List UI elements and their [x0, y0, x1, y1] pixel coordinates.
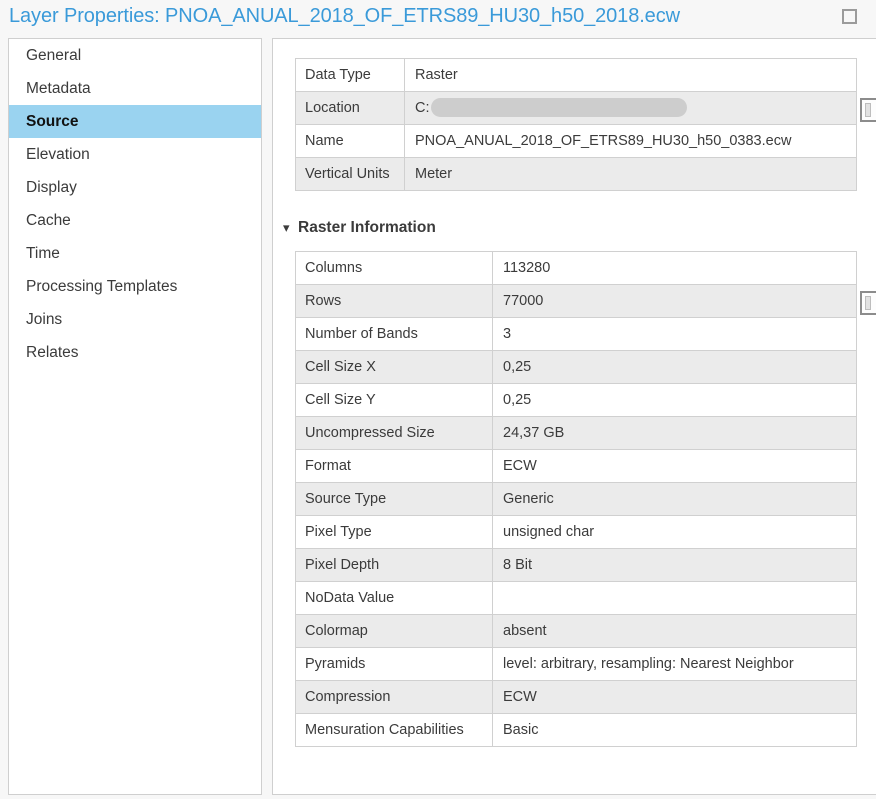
location-prefix: C:	[415, 100, 430, 116]
row-label: Columns	[296, 252, 493, 284]
table-row: Rows 77000	[296, 285, 856, 318]
sidebar-item-metadata[interactable]: Metadata	[9, 72, 261, 105]
row-label: Colormap	[296, 615, 493, 647]
source-properties-panel: Data Type Raster Location C: Name PNOA_A…	[272, 38, 876, 795]
row-label: Cell Size X	[296, 351, 493, 383]
sidebar-item-time[interactable]: Time	[9, 237, 261, 270]
row-label: Data Type	[296, 59, 405, 91]
row-value: Basic	[503, 722, 539, 738]
row-label: Mensuration Capabilities	[296, 714, 493, 746]
row-label: NoData Value	[296, 582, 493, 614]
sidebar-item-processing-templates[interactable]: Processing Templates	[9, 270, 261, 303]
row-label: Uncompressed Size	[296, 417, 493, 449]
row-value: Generic	[503, 491, 554, 507]
table-row: Data Type Raster	[296, 59, 856, 92]
raster-information-header[interactable]: ▾ Raster Information	[283, 219, 436, 237]
chevron-down-icon[interactable]: ▾	[283, 220, 296, 236]
row-value	[493, 582, 856, 614]
row-value: ECW	[503, 689, 537, 705]
row-label: Pyramids	[296, 648, 493, 680]
table-row: Columns 113280	[296, 252, 856, 285]
raster-information-table: Columns 113280 Rows 77000 Number of Bands 3…	[295, 251, 857, 747]
row-label: Format	[296, 450, 493, 482]
row-label: Pixel Type	[296, 516, 493, 548]
sidebar-navigation: General Metadata Source Elevation Displa…	[8, 38, 262, 795]
table-row: Compression ECW	[296, 681, 856, 714]
sidebar-item-joins[interactable]: Joins	[9, 303, 261, 336]
row-value: 113280	[503, 260, 551, 276]
row-value: absent	[503, 623, 547, 639]
table-row: Uncompressed Size 24,37 GB	[296, 417, 856, 450]
row-value: 24,37 GB	[503, 425, 565, 441]
table-row: Colormap absent	[296, 615, 856, 648]
table-row: Cell Size X 0,25	[296, 351, 856, 384]
table-row: Vertical Units Meter	[296, 158, 856, 191]
table-row: Name PNOA_ANUAL_2018_OF_ETRS89_HU30_h50_…	[296, 125, 856, 158]
table-row: Location C:	[296, 92, 856, 125]
page-title: Layer Properties: PNOA_ANUAL_2018_OF_ETR…	[9, 5, 680, 27]
redacted-path-bar	[430, 97, 687, 117]
maximize-square-icon[interactable]	[842, 9, 857, 24]
row-value: C:	[405, 92, 856, 124]
row-value: level: arbitrary, resampling: Nearest Ne…	[503, 656, 794, 672]
table-row: NoData Value	[296, 582, 856, 615]
dialog-titlebar: Layer Properties: PNOA_ANUAL_2018_OF_ETR…	[0, 0, 876, 35]
row-label: Compression	[296, 681, 493, 713]
row-label: Name	[296, 125, 405, 157]
row-label: Source Type	[296, 483, 493, 515]
table-row: Source Type Generic	[296, 483, 856, 516]
row-label: Pixel Depth	[296, 549, 493, 581]
table-row: Pyramids level: arbitrary, resampling: Ne…	[296, 648, 856, 681]
sidebar-item-cache[interactable]: Cache	[9, 204, 261, 237]
row-value: 8 Bit	[503, 557, 533, 573]
copy-source-properties-button[interactable]	[860, 98, 876, 122]
sidebar-item-display[interactable]: Display	[9, 171, 261, 204]
row-value: Meter	[415, 166, 453, 182]
row-value: 0,25	[503, 392, 532, 408]
table-row: Mensuration Capabilities Basic	[296, 714, 856, 747]
row-value: PNOA_ANUAL_2018_OF_ETRS89_HU30_h50_0383.…	[415, 133, 792, 149]
source-summary-table: Data Type Raster Location C: Name PNOA_A…	[295, 58, 857, 191]
copy-icon	[865, 103, 871, 117]
table-row: Format ECW	[296, 450, 856, 483]
row-value: ECW	[503, 458, 537, 474]
table-row: Pixel Depth 8 Bit	[296, 549, 856, 582]
row-label: Number of Bands	[296, 318, 493, 350]
row-value: Raster	[415, 67, 458, 83]
sidebar-item-general[interactable]: General	[9, 39, 261, 72]
row-value: 77000	[503, 293, 544, 309]
row-label: Rows	[296, 285, 493, 317]
table-row: Pixel Type unsigned char	[296, 516, 856, 549]
copy-raster-properties-button[interactable]	[860, 291, 876, 315]
row-value: unsigned char	[503, 524, 595, 540]
sidebar-item-elevation[interactable]: Elevation	[9, 138, 261, 171]
row-label: Cell Size Y	[296, 384, 493, 416]
row-label: Vertical Units	[296, 158, 405, 190]
row-label: Location	[296, 92, 405, 124]
row-value: 0,25	[503, 359, 532, 375]
copy-icon	[865, 296, 871, 310]
dialog-body: General Metadata Source Elevation Displa…	[0, 34, 876, 799]
table-row: Number of Bands 3	[296, 318, 856, 351]
table-row: Cell Size Y 0,25	[296, 384, 856, 417]
row-value: 3	[503, 326, 512, 342]
sidebar-item-relates[interactable]: Relates	[9, 336, 261, 369]
sidebar-item-source[interactable]: Source	[9, 105, 261, 138]
section-title: Raster Information	[298, 219, 436, 236]
